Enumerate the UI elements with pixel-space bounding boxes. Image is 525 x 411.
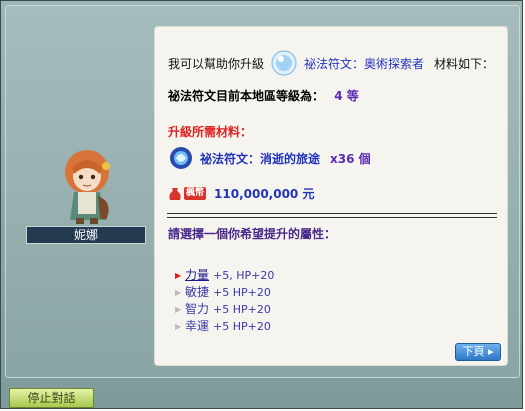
intro-prefix: 我可以幫助你升級 [168, 56, 265, 71]
stat-option-int[interactable]: ▶ 智力 +5 HP+20 [175, 301, 274, 318]
stat-option-str[interactable]: ▶ 力量 +5, HP+20 [175, 267, 274, 284]
stat-option-dex[interactable]: ▶ 敏捷 +5 HP+20 [175, 284, 274, 301]
journey-symbol-icon [170, 147, 192, 169]
current-level-line: 祕法符文目前本地區等級為： 4 等 [168, 87, 359, 104]
bullet-arrow-icon: ▶ [175, 288, 182, 297]
end-chat-button[interactable]: 停止對話 [9, 388, 94, 408]
materials-heading: 升級所需材料： [168, 125, 253, 139]
meso-tag: 楓幣 [184, 187, 207, 200]
stat-option-list: ▶ 力量 +5, HP+20 ▶ 敏捷 +5 HP+20 ▶ 智力 +5 HP+… [175, 267, 274, 335]
bullet-arrow-icon: ▶ [175, 305, 182, 314]
npc-dialog-window: 妮娜 我可以幫助你升級 祕法符文：奧術探索者 材料如下： 祕法符文目前本地區等級… [0, 0, 523, 409]
dialog-footer: 停止對話 [1, 378, 524, 410]
section-divider [167, 213, 497, 218]
bullet-arrow-icon: ▶ [175, 322, 182, 331]
meso-amount: 110,000,000 元 [214, 187, 315, 201]
npc-portrait-area: 妮娜 [20, 146, 146, 246]
dialog-frame: 妮娜 我可以幫助你升級 祕法符文：奧術探索者 材料如下： 祕法符文目前本地區等級… [5, 5, 520, 378]
target-symbol-name: 祕法符文：奧術探索者 [304, 56, 425, 71]
current-level-label: 祕法符文目前本地區等級為： [168, 89, 325, 103]
intro-suffix: 材料如下： [434, 56, 495, 71]
dialog-panel: 我可以幫助你升級 祕法符文：奧術探索者 材料如下： 祕法符文目前本地區等級為： … [154, 26, 508, 366]
current-level-value: 4 等 [334, 89, 359, 103]
choose-stat-prompt: 請選擇一個你希望提升的屬性： [168, 227, 337, 241]
arcane-symbol-orb-icon [271, 50, 297, 76]
upgrade-intro-line: 我可以幫助你升級 祕法符文：奧術探索者 材料如下： [168, 49, 494, 77]
selection-arrow-icon: ▶ [175, 271, 182, 280]
material-item-line: 祕法符文：消逝的旅途 x36 個 [168, 145, 371, 171]
material-quantity: x36 個 [330, 151, 371, 166]
material-name: 祕法符文：消逝的旅途 [200, 151, 321, 166]
stat-option-luk[interactable]: ▶ 幸運 +5 HP+20 [175, 318, 274, 335]
npc-portrait [65, 150, 110, 224]
npc-name-label: 妮娜 [26, 226, 146, 244]
meso-bag-icon: 楓幣 [168, 186, 207, 202]
meso-cost-line: 楓幣 110,000,000 元 [168, 185, 314, 202]
next-page-button[interactable]: 下頁 ▸ [455, 343, 501, 361]
